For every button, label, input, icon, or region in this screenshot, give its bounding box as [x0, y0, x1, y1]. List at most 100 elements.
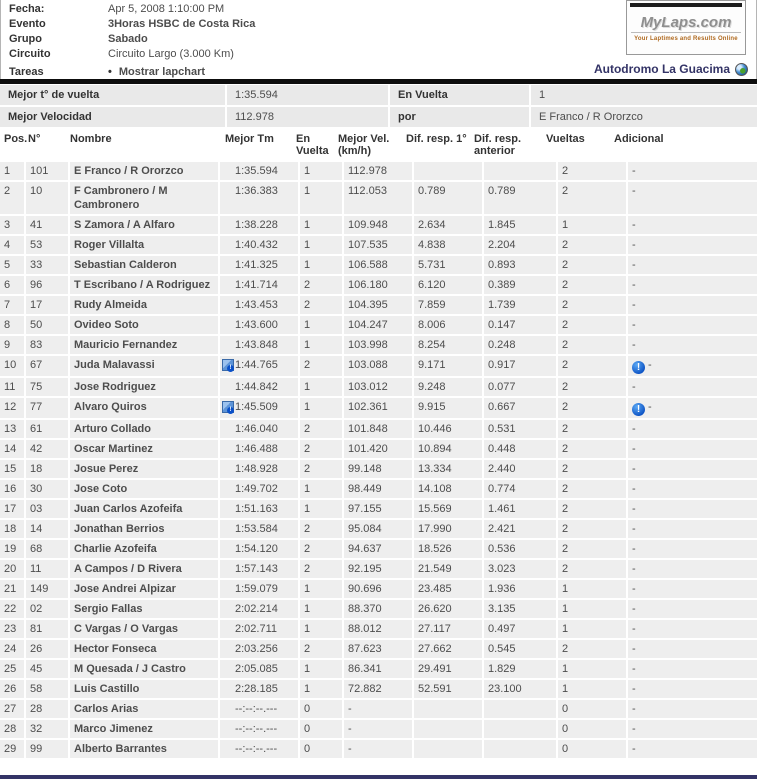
cell-additional: !- — [628, 316, 757, 334]
mylaps-logo[interactable]: MyLaps.com Your Laptimes and Results Onl… — [626, 0, 746, 55]
cell-num: 149 — [26, 580, 68, 598]
cell-pos: 5 — [0, 256, 24, 274]
cell-num: 77 — [26, 398, 68, 418]
cell-num: 61 — [26, 420, 68, 438]
additional-value: - — [632, 563, 636, 575]
cell-num: 30 — [26, 480, 68, 498]
cell-best-speed: 107.535 — [344, 236, 412, 254]
cell-name: Mauricio Fernandez — [70, 336, 218, 354]
table-row: 14 42 Oscar Martinez 1:46.488 2 101.420 … — [0, 440, 757, 458]
cell-diff-first: 15.569 — [414, 500, 482, 518]
cell-best-time: 1:43.848 — [220, 336, 298, 354]
bullet-icon: • — [108, 66, 112, 78]
cell-name: Juda Malavassi — [70, 356, 218, 376]
additional-value: - — [632, 503, 636, 515]
cell-name: Jonathan Berrios — [70, 520, 218, 538]
best-time-value: 1:59.079 — [235, 582, 278, 596]
cell-best-speed: - — [344, 720, 412, 738]
cell-laps: 2 — [558, 480, 626, 498]
table-row: 20 11 A Campos / D Rivera 1:57.143 2 92.… — [0, 560, 757, 578]
best-time-value: --:--:--.--- — [235, 742, 277, 756]
cell-diff-first: 4.838 — [414, 236, 482, 254]
additional-value: - — [632, 299, 636, 311]
cell-diff-first: 17.990 — [414, 520, 482, 538]
cell-num: 17 — [26, 296, 68, 314]
cell-name: C Vargas / O Vargas — [70, 620, 218, 638]
cell-additional: !- — [628, 740, 757, 758]
table-row: 12 77 Alvaro Quiros 1:45.509 1 102.361 9… — [0, 398, 757, 418]
cell-laps: 1 — [558, 620, 626, 638]
cell-name: Sergio Fallas — [70, 600, 218, 618]
cell-diff-prev: 0.774 — [484, 480, 556, 498]
cell-best-speed: 92.195 — [344, 560, 412, 578]
on-lap-value: 1 — [531, 85, 757, 105]
cell-additional: !- — [628, 540, 757, 558]
best-time-value: 1:44.842 — [235, 380, 278, 394]
best-time-value: 2:28.185 — [235, 682, 278, 696]
cell-additional: !- — [628, 420, 757, 438]
cell-additional: !- — [628, 700, 757, 718]
cell-num: 96 — [26, 276, 68, 294]
cell-on-lap: 1 — [300, 620, 342, 638]
best-time-value: 1:45.509 — [235, 400, 278, 414]
cell-best-time: 1:53.584 — [220, 520, 298, 538]
cell-laps: 2 — [558, 276, 626, 294]
cell-diff-first: 14.108 — [414, 480, 482, 498]
cell-additional: !- — [628, 500, 757, 518]
header-adicional: Adicional — [610, 133, 757, 157]
cell-additional: !- — [628, 162, 757, 180]
cell-laps: 2 — [558, 520, 626, 538]
grupo-value: Sabado — [108, 33, 148, 45]
header-pos: Pos. — [0, 133, 24, 157]
cell-diff-prev — [484, 162, 556, 180]
laptime-note-icon[interactable] — [222, 359, 234, 371]
venue-link[interactable]: Autodromo La Guacima — [594, 61, 748, 77]
table-row: 9 83 Mauricio Fernandez 1:43.848 1 103.9… — [0, 336, 757, 354]
cell-name: Juan Carlos Azofeifa — [70, 500, 218, 518]
cell-best-speed: 95.084 — [344, 520, 412, 538]
cell-additional: !- — [628, 336, 757, 354]
cell-num: 32 — [26, 720, 68, 738]
table-row: 17 03 Juan Carlos Azofeifa 1:51.163 1 97… — [0, 500, 757, 518]
cell-diff-prev: 0.536 — [484, 540, 556, 558]
cell-pos: 17 — [0, 500, 24, 518]
cell-diff-prev: 3.023 — [484, 560, 556, 578]
table-row: 24 26 Hector Fonseca 2:03.256 2 87.623 2… — [0, 640, 757, 658]
cell-best-time: 1:38.228 — [220, 216, 298, 234]
cell-num: 67 — [26, 356, 68, 376]
cell-additional: !- — [628, 216, 757, 234]
cell-diff-prev: 1.845 — [484, 216, 556, 234]
table-row: 1 101 E Franco / R Ororzco 1:35.594 1 11… — [0, 162, 757, 180]
laptime-note-icon[interactable] — [222, 401, 234, 413]
cell-on-lap: 2 — [300, 276, 342, 294]
cell-additional: !- — [628, 640, 757, 658]
cell-name: Jose Andrei Alpizar — [70, 580, 218, 598]
cell-additional: !- — [628, 398, 757, 418]
cell-diff-first: 5.731 — [414, 256, 482, 274]
cell-name: Luis Castillo — [70, 680, 218, 698]
cell-num: 99 — [26, 740, 68, 758]
cell-diff-first: 26.620 — [414, 600, 482, 618]
cell-diff-prev: 0.248 — [484, 336, 556, 354]
cell-on-lap: 1 — [300, 336, 342, 354]
cell-best-speed: 106.588 — [344, 256, 412, 274]
cell-laps: 2 — [558, 296, 626, 314]
info-icon[interactable]: ! — [632, 403, 645, 416]
cell-best-time: 2:28.185 — [220, 680, 298, 698]
cell-diff-first: 10.446 — [414, 420, 482, 438]
info-icon[interactable]: ! — [632, 361, 645, 374]
cell-diff-prev: 0.667 — [484, 398, 556, 418]
by-value: E Franco / R Ororzco — [531, 107, 757, 127]
cell-laps: 1 — [558, 580, 626, 598]
show-lapchart-link[interactable]: Mostrar lapchart — [119, 66, 205, 78]
cell-name: Alvaro Quiros — [70, 398, 218, 418]
cell-additional: !- — [628, 720, 757, 738]
best-time-value: 1:40.432 — [235, 238, 278, 252]
cell-pos: 6 — [0, 276, 24, 294]
cell-best-speed: 103.998 — [344, 336, 412, 354]
best-time-value: 1:41.325 — [235, 258, 278, 272]
cell-name: Rudy Almeida — [70, 296, 218, 314]
circuito-label: Circuito — [1, 48, 108, 60]
additional-value: - — [632, 185, 636, 197]
results-table-header: Pos. N° Nombre Mejor Tm En Vuelta Mejor … — [0, 129, 757, 162]
